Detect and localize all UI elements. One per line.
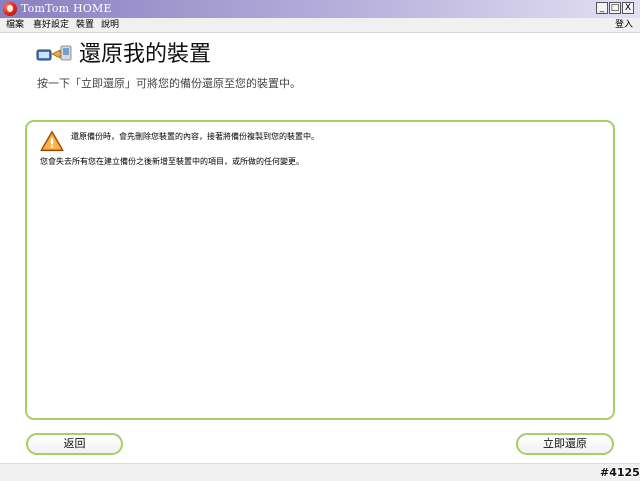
menu-bar: 檔案 喜好設定 裝置 說明 登入 <box>0 18 640 33</box>
info-message: 您會失去所有您在建立備份之後新增至裝置中的項目，或所做的任何變更。 <box>40 157 304 166</box>
menu-item-login[interactable]: 登入 <box>615 19 633 32</box>
warning-triangle-icon <box>40 130 64 152</box>
page-title: 還原我的裝置 <box>79 42 212 67</box>
app-window: TomTom HOME _ □ X 檔案 喜好設定 裝置 說明 登入 還原我的裝… <box>0 0 640 481</box>
menu-item-help[interactable]: 說明 <box>101 19 119 32</box>
watermark-label: #4125 <box>600 466 640 479</box>
menu-item-device[interactable]: 裝置 <box>76 19 94 32</box>
back-button[interactable]: 返回 <box>26 433 123 455</box>
tomtom-logo-icon <box>3 2 17 16</box>
menu-item-file[interactable]: 檔案 <box>6 19 24 32</box>
close-button[interactable]: X <box>622 2 634 14</box>
title-bar[interactable]: TomTom HOME _ □ X <box>0 0 640 18</box>
restore-device-icon <box>36 45 72 61</box>
restore-now-button[interactable]: 立即還原 <box>516 433 614 455</box>
menu-item-preferences[interactable]: 喜好設定 <box>33 19 69 32</box>
minimize-button[interactable]: _ <box>596 2 608 14</box>
instruction-text: 按一下「立即還原」可將您的備份還原至您的裝置中。 <box>37 77 301 90</box>
maximize-button[interactable]: □ <box>609 2 621 14</box>
window-title: TomTom HOME <box>21 2 112 15</box>
warning-message: 還原備份時，會先刪除您裝置的內容，接著將備份複製到您的裝置中。 <box>71 132 319 141</box>
content-panel: 還原備份時，會先刪除您裝置的內容，接著將備份複製到您的裝置中。 您會失去所有您在… <box>25 120 615 420</box>
status-bar <box>0 463 640 481</box>
